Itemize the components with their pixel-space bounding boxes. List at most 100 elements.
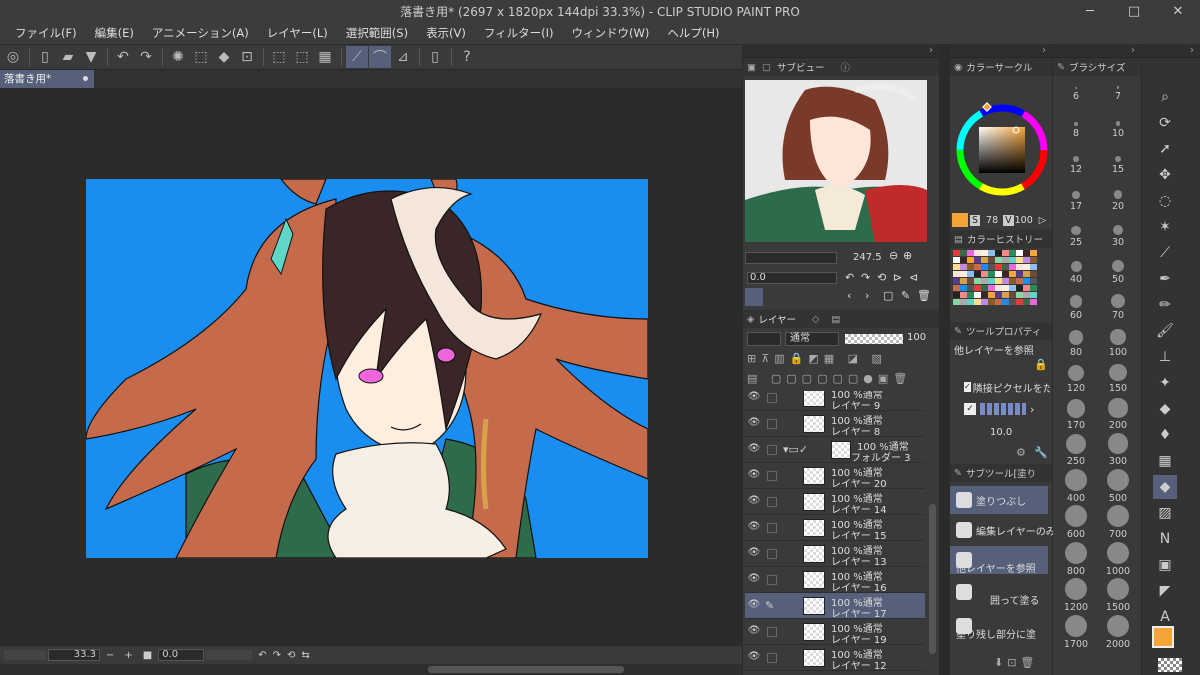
navigator-preview[interactable] xyxy=(745,80,927,242)
layer-lock[interactable] xyxy=(767,419,777,429)
subtool-fill[interactable]: 塗りつぶし xyxy=(950,486,1048,514)
menu-edit[interactable]: 編集(E) xyxy=(86,25,143,41)
color-history-swatch[interactable] xyxy=(974,257,981,263)
ruler-snap-icon[interactable]: ⟋ xyxy=(346,46,368,68)
color-wheel[interactable] xyxy=(952,94,1050,214)
zoom-in-icon[interactable]: ⊕ xyxy=(903,249,912,262)
visibility-eye-icon[interactable]: 👁 xyxy=(747,391,761,405)
invert-selection-icon[interactable]: ⬚ xyxy=(291,46,313,68)
rotation-input[interactable]: 0.0 xyxy=(747,272,837,284)
clear-outside-icon[interactable]: ⬚ xyxy=(190,46,212,68)
tool-property-tab[interactable]: ツールプロパティ xyxy=(966,324,1041,338)
area-scale-row[interactable]: ✓ › xyxy=(964,401,1040,417)
folder-row[interactable]: 👁 ▾▭✓ 100 %通常 フォルダー 3 xyxy=(745,437,925,464)
brush-size-option[interactable]: 12 xyxy=(1057,137,1095,175)
color-history-swatch[interactable] xyxy=(988,250,995,256)
color-history-swatch[interactable] xyxy=(1030,250,1037,256)
blend-mode-select[interactable]: 通常 xyxy=(785,332,839,346)
area-scale-bar[interactable] xyxy=(980,403,1026,415)
menu-window[interactable]: ウィンドウ(W) xyxy=(563,25,659,41)
color-history-swatch[interactable] xyxy=(1023,271,1030,277)
play-icon[interactable]: ▷ xyxy=(1039,215,1046,226)
next-arrow-icon[interactable]: › xyxy=(865,289,869,302)
layer-row[interactable]: 👁 100 %通常 レイヤー 8 xyxy=(745,411,925,438)
color-history-swatch[interactable] xyxy=(1016,271,1023,277)
color-history-swatch[interactable] xyxy=(974,278,981,284)
pen-tool-icon[interactable]: ✒ xyxy=(1153,267,1177,291)
fit-icon[interactable]: ■ xyxy=(143,650,152,661)
subtool-tab[interactable]: サブツール[塗り xyxy=(966,466,1036,480)
color-history-swatch[interactable] xyxy=(988,264,995,270)
brush-size-option[interactable]: 25 xyxy=(1057,210,1095,248)
wrench-icon[interactable]: 🔧 xyxy=(1034,446,1048,459)
settings-icon[interactable]: ⚙ xyxy=(1016,446,1026,459)
color-history-swatch[interactable] xyxy=(1016,285,1023,291)
menu-help[interactable]: ヘルプ(H) xyxy=(658,25,728,41)
color-history-swatch[interactable] xyxy=(967,292,974,298)
fill-tool-icon[interactable]: ◆ xyxy=(1153,475,1177,499)
subtool-unfilled[interactable]: 塗り残し部分に塗 xyxy=(950,612,1048,641)
subtool-actions[interactable]: ⬇⊡🗑 xyxy=(994,656,1050,672)
layer-row-selected[interactable]: 👁 ✎ 100 %通常 レイヤー 17 xyxy=(745,593,925,620)
flip-icon[interactable]: ⇆ xyxy=(301,650,309,661)
brush-size-option[interactable]: 80 xyxy=(1057,320,1095,358)
brush-size-option[interactable]: 50 xyxy=(1099,247,1137,285)
decoration-tool-icon[interactable]: ✦ xyxy=(1153,371,1177,395)
brush-size-option[interactable]: 8 xyxy=(1057,101,1095,139)
zoom-tool-icon[interactable]: ⌕ xyxy=(1153,85,1177,109)
layer-lock[interactable] xyxy=(767,653,777,663)
layer-row[interactable]: 👁 100 %通常 レイヤー 12 xyxy=(745,645,925,672)
main-color-chip[interactable] xyxy=(952,213,968,227)
rotate-cw-icon[interactable]: ↷ xyxy=(861,271,870,284)
color-history-swatch[interactable] xyxy=(1009,299,1016,305)
color-history-swatch[interactable] xyxy=(1016,257,1023,263)
layer-lock[interactable] xyxy=(767,627,777,637)
color-history-swatch[interactable] xyxy=(988,278,995,284)
color-history-swatch[interactable] xyxy=(953,285,960,291)
show-selection-icon[interactable]: ▦ xyxy=(314,46,336,68)
color-history-swatch[interactable] xyxy=(995,278,1002,284)
color-history-swatch[interactable] xyxy=(1030,257,1037,263)
tolerance-value[interactable]: 10.0 xyxy=(990,427,1012,438)
adjacent-pixel-option[interactable]: ✓ 隣接ピクセルをた xyxy=(964,379,1050,395)
color-history-swatch[interactable] xyxy=(1016,250,1023,256)
menu-animation[interactable]: アニメーション(A) xyxy=(143,25,258,41)
color-history-swatch[interactable] xyxy=(953,250,960,256)
brush-size-option[interactable]: 800 xyxy=(1057,539,1095,577)
color-history-swatch[interactable] xyxy=(953,292,960,298)
brush-size-option[interactable]: 150 xyxy=(1099,356,1137,394)
adjacent-checkbox[interactable]: ✓ xyxy=(964,382,971,392)
layer-lock[interactable] xyxy=(767,497,777,507)
eyedropper-icon[interactable] xyxy=(745,288,763,306)
brush-size-option[interactable]: 100 xyxy=(1099,320,1137,358)
opacity-value[interactable]: 100 xyxy=(907,332,926,343)
color-history-swatch[interactable] xyxy=(1002,257,1009,263)
menu-layer[interactable]: レイヤー(L) xyxy=(258,25,337,41)
color-history-swatch[interactable] xyxy=(1009,257,1016,263)
frame-tool-icon[interactable]: ▣ xyxy=(1153,553,1177,577)
color-history-swatch[interactable] xyxy=(974,250,981,256)
color-history-swatch[interactable] xyxy=(974,264,981,270)
canvas-area[interactable] xyxy=(0,88,742,646)
color-history-swatch[interactable] xyxy=(995,250,1002,256)
rotation-field[interactable]: 0.0 xyxy=(158,649,205,661)
color-history-swatch[interactable] xyxy=(988,271,995,277)
menu-selection[interactable]: 選択範囲(S) xyxy=(337,25,417,41)
zoom-out-icon[interactable]: ⊖ xyxy=(889,249,898,262)
brush-tool-icon[interactable]: 🖌 xyxy=(1153,319,1177,343)
undo-icon[interactable]: ↶ xyxy=(112,46,134,68)
layer-row[interactable]: 👁 100 %通常 レイヤー 20 xyxy=(745,463,925,490)
layer-row[interactable]: 👁 100 %通常 レイヤー 13 xyxy=(745,541,925,568)
color-history-swatch[interactable] xyxy=(1009,292,1016,298)
color-history-swatch[interactable] xyxy=(967,278,974,284)
collapse-bar[interactable]: › xyxy=(1053,44,1141,58)
color-history-swatch[interactable] xyxy=(1009,271,1016,277)
color-history-swatch[interactable] xyxy=(974,292,981,298)
color-history-swatch[interactable] xyxy=(1016,292,1023,298)
zoom-field[interactable]: 33.3 xyxy=(48,649,100,661)
clear-icon[interactable]: ✺ xyxy=(167,46,189,68)
color-history-swatch[interactable] xyxy=(967,271,974,277)
rotate-left-icon[interactable]: ↶ xyxy=(258,650,266,661)
color-history-swatch[interactable] xyxy=(981,264,988,270)
operation-tool-icon[interactable]: ➚ xyxy=(1153,137,1177,161)
